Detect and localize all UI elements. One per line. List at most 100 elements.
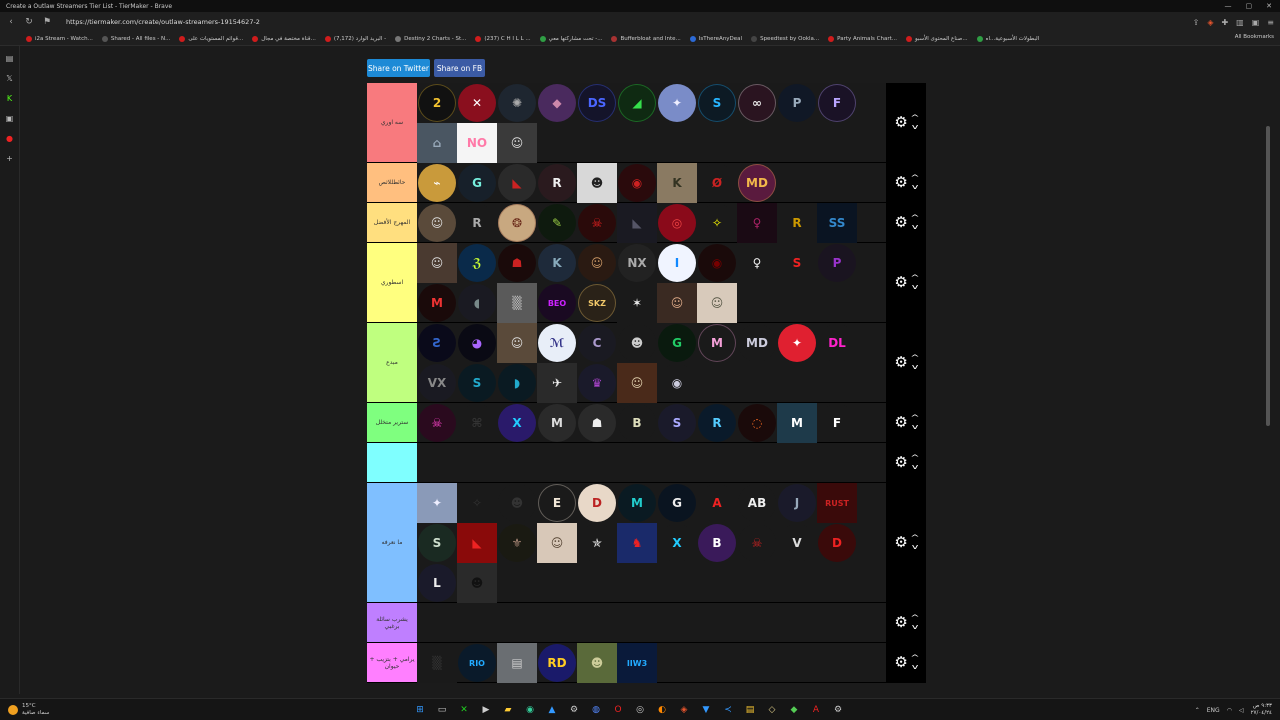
task-view-icon[interactable]: ▭	[434, 702, 450, 718]
streamer-avatar[interactable]: ✦	[657, 83, 697, 123]
streamer-avatar[interactable]: S	[457, 363, 497, 403]
streamer-avatar[interactable]: ▒	[417, 643, 457, 683]
adobe-icon[interactable]: A	[808, 702, 824, 718]
ticket-icon[interactable]: ◇	[764, 702, 780, 718]
streamer-avatar[interactable]: R	[697, 403, 737, 443]
streamer-avatar[interactable]: ♀	[737, 203, 777, 243]
extensions-icon[interactable]: ✚	[1221, 18, 1228, 27]
streamer-avatar[interactable]: X	[657, 523, 697, 563]
tier-settings-gear-icon[interactable]: ⚙	[894, 215, 907, 230]
streamer-avatar[interactable]: ℳ	[537, 323, 577, 363]
vscode-icon[interactable]: ≺	[720, 702, 736, 718]
tier-settings-gear-icon[interactable]: ⚙	[894, 415, 907, 430]
github-icon[interactable]: ◎	[632, 702, 648, 718]
page-scrollbar[interactable]	[1266, 126, 1270, 426]
streamer-avatar[interactable]: D	[577, 483, 617, 523]
streamer-avatar[interactable]: S	[657, 403, 697, 443]
streamer-avatar[interactable]: M	[417, 283, 457, 323]
streamer-avatar[interactable]: ☗	[497, 243, 537, 283]
reload-icon[interactable]: ↻	[24, 17, 34, 27]
share-facebook-button[interactable]: Share on FB	[434, 59, 485, 77]
bookmark-item[interactable]: IsThereAnyDeal	[689, 35, 742, 42]
streamer-avatar[interactable]: ◉	[657, 363, 697, 403]
discord-icon[interactable]: ◍	[588, 702, 604, 718]
streamer-avatar[interactable]: ☺	[497, 323, 537, 363]
sidebar-panel-icon[interactable]: ▤	[5, 54, 15, 64]
bookmark-icon[interactable]: ⚑	[42, 17, 52, 27]
streamer-avatar[interactable]: SS	[817, 203, 857, 243]
terminal-icon[interactable]: ▶	[478, 702, 494, 718]
tier-items[interactable]: ☺ ℨ ☗ K ☺ NX I ◉ ♀ S P M ◖ ▒ BEO SKZ ✶ ☺ ☺	[417, 243, 886, 323]
streamer-avatar[interactable]: MD	[737, 163, 777, 203]
streamer-avatar[interactable]: I	[657, 243, 697, 283]
move-tier-up-icon[interactable]: ^	[910, 114, 919, 122]
bookmark-item[interactable]: Party Animals Chart...	[828, 35, 897, 42]
streamer-avatar[interactable]: ♀	[737, 243, 777, 283]
minimize-icon[interactable]: —	[1225, 2, 1232, 10]
streamer-avatar[interactable]: C	[577, 323, 617, 363]
tier-settings-gear-icon[interactable]: ⚙	[894, 175, 907, 190]
move-tier-down-icon[interactable]: v	[911, 283, 918, 291]
tier-label[interactable]: ما نعرفه	[367, 483, 417, 602]
streamer-avatar[interactable]: SKZ	[577, 283, 617, 323]
streamer-avatar[interactable]: M	[617, 483, 657, 523]
tier-label[interactable]: سترير متخلل	[367, 403, 417, 442]
streamer-avatar[interactable]: ☺	[577, 243, 617, 283]
bookmark-item[interactable]: البطولات الأسبوعية...اه	[976, 35, 1039, 42]
streamer-avatar[interactable]: ✧	[697, 203, 737, 243]
tray-chevron-icon[interactable]: ⌃	[1195, 707, 1200, 714]
move-tier-up-icon[interactable]: ^	[910, 654, 919, 662]
move-tier-down-icon[interactable]: v	[911, 623, 918, 631]
streamer-avatar[interactable]: RD	[537, 643, 577, 683]
streamer-avatar[interactable]: ✺	[497, 83, 537, 123]
streamer-avatar[interactable]: ✶	[617, 283, 657, 323]
tier-items[interactable]	[417, 443, 886, 482]
photos-icon[interactable]: ▲	[544, 702, 560, 718]
streamer-avatar[interactable]: ◢	[617, 83, 657, 123]
file-explorer-icon[interactable]: ▰	[500, 702, 516, 718]
streamer-avatar[interactable]: ☺	[417, 203, 457, 243]
move-tier-down-icon[interactable]: v	[911, 183, 918, 191]
streamer-avatar[interactable]: ☻	[617, 323, 657, 363]
streamer-avatar[interactable]: ⌁	[417, 163, 457, 203]
tier-settings-gear-icon[interactable]: ⚙	[894, 275, 907, 290]
streamer-avatar[interactable]: ✎	[537, 203, 577, 243]
move-tier-down-icon[interactable]: v	[911, 463, 918, 471]
tier-label[interactable]	[367, 443, 417, 482]
tier-label[interactable]: يشرب سائلة برغبي	[367, 603, 417, 642]
streamer-avatar[interactable]: ☠	[417, 403, 457, 443]
streamer-avatar[interactable]: A	[697, 483, 737, 523]
streamer-avatar[interactable]: RUST	[817, 483, 857, 523]
streamer-avatar[interactable]: ❂	[497, 203, 537, 243]
streamer-avatar[interactable]: B	[617, 403, 657, 443]
streamer-avatar[interactable]: ☠	[577, 203, 617, 243]
lang-indicator[interactable]: ENG	[1207, 707, 1220, 714]
streamer-avatar[interactable]: F	[817, 403, 857, 443]
streamer-avatar[interactable]: M	[537, 403, 577, 443]
streamer-avatar[interactable]: S	[417, 523, 457, 563]
tier-settings-gear-icon[interactable]: ⚙	[894, 615, 907, 630]
firefox-icon[interactable]: ◐	[654, 702, 670, 718]
streamer-avatar[interactable]: VX	[417, 363, 457, 403]
tier-items[interactable]: ☠ ⌘ X M ☗ B S R ◌ M F	[417, 403, 886, 443]
move-tier-up-icon[interactable]: ^	[910, 174, 919, 182]
streamer-avatar[interactable]: V	[777, 523, 817, 563]
streamer-avatar[interactable]: ☻	[577, 163, 617, 203]
streamer-avatar[interactable]: ℨ	[457, 243, 497, 283]
youtube-icon[interactable]: ●	[5, 134, 15, 144]
move-tier-up-icon[interactable]: ^	[910, 274, 919, 282]
edge-icon[interactable]: ◉	[522, 702, 538, 718]
bookmark-item[interactable]: Bufferbloat and Inte...	[611, 35, 681, 42]
bookmark-item[interactable]: صناع المحتوى الأسبو...	[906, 35, 968, 42]
streamer-avatar[interactable]: ▒	[497, 283, 537, 323]
wallet-icon[interactable]: ▣	[1252, 18, 1260, 27]
streamer-avatar[interactable]: MD	[737, 323, 777, 363]
tier-label[interactable]: سه اوري	[367, 83, 417, 162]
streamer-avatar[interactable]: ✯	[577, 523, 617, 563]
bookmark-item[interactable]: Speedtest by Ookla...	[751, 35, 819, 42]
bookmark-item[interactable]: قناة مختصة في مجال...	[252, 35, 316, 42]
weather-widget[interactable]: 15°C سماء صافية	[0, 703, 49, 717]
streamer-avatar[interactable]: DL	[817, 323, 857, 363]
back-icon[interactable]: ‹	[6, 17, 16, 27]
streamer-avatar[interactable]: S	[777, 243, 817, 283]
